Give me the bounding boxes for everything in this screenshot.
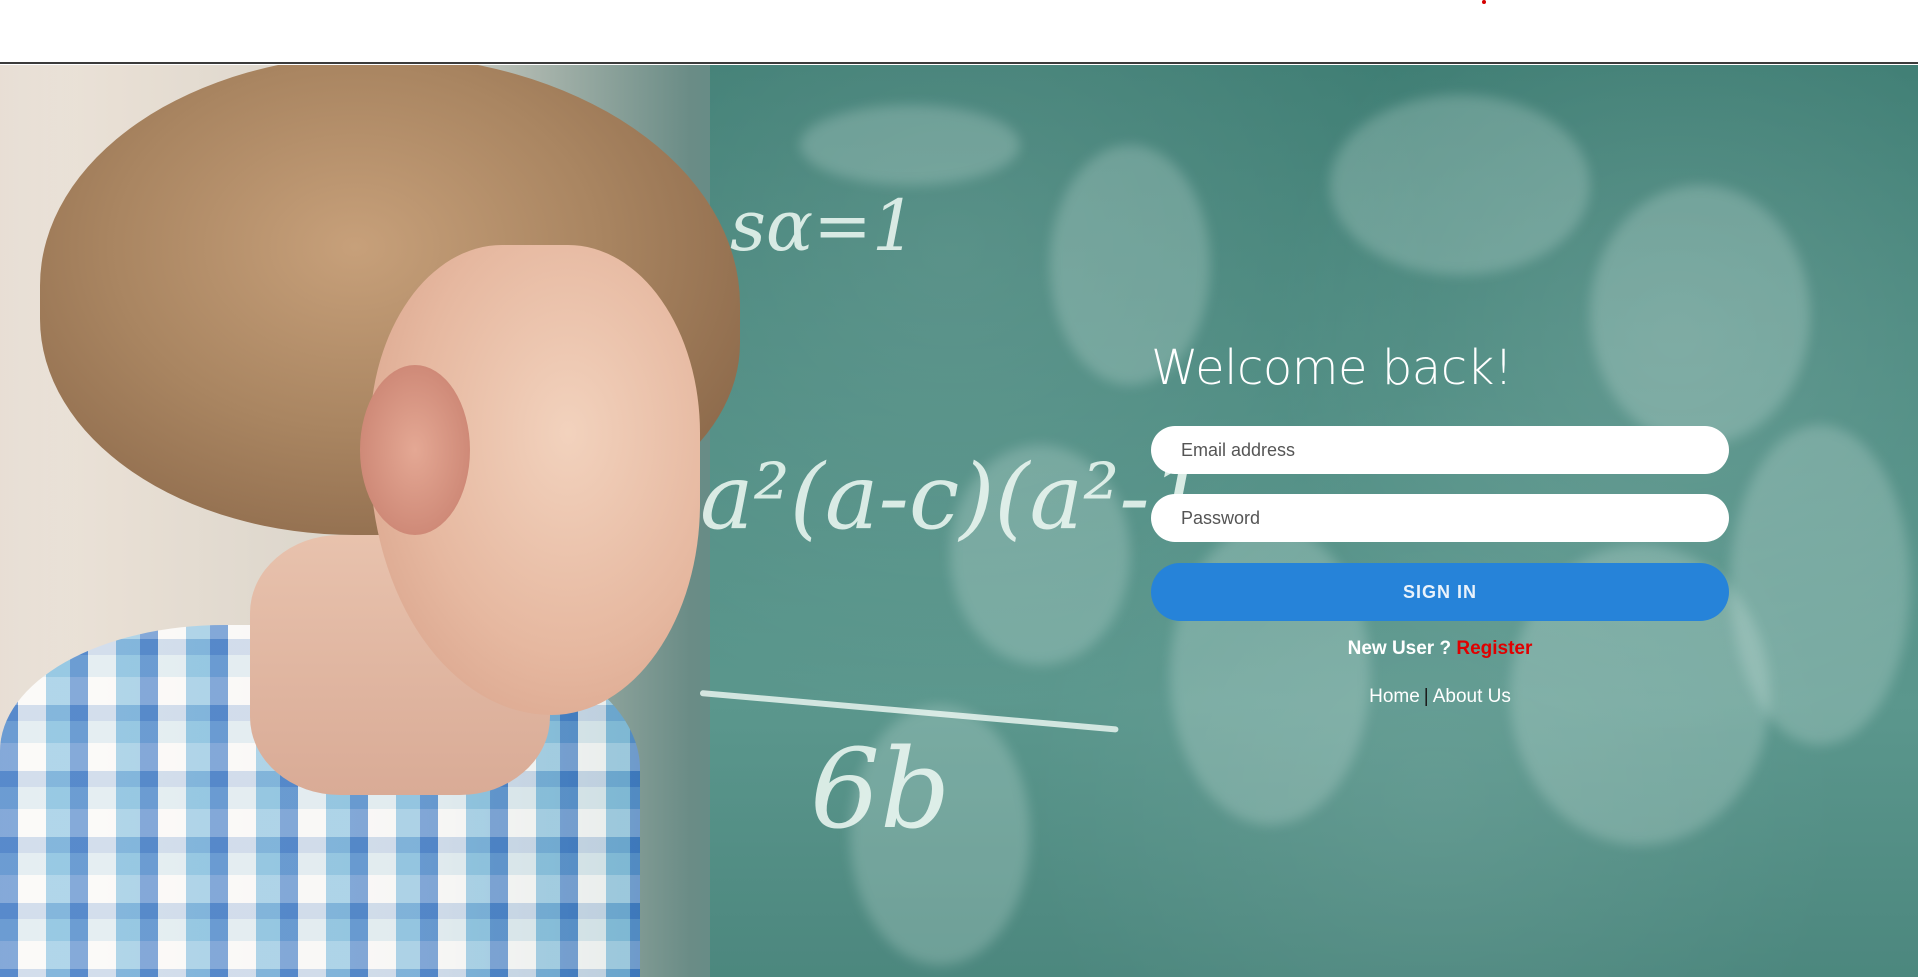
- about-us-link[interactable]: About Us: [1433, 686, 1511, 707]
- new-user-prompt: New User ? Register: [1151, 636, 1729, 662]
- login-form: Welcome back! SIGN IN New User ? Registe…: [1151, 342, 1729, 709]
- email-input[interactable]: [1151, 426, 1729, 474]
- password-input[interactable]: [1151, 494, 1729, 542]
- sign-in-button[interactable]: SIGN IN: [1151, 563, 1729, 621]
- welcome-title: Welcome back!: [1151, 340, 1513, 396]
- new-user-text: New User ?: [1347, 638, 1452, 659]
- link-separator: |: [1423, 686, 1429, 707]
- footer-links: Home | About Us: [1151, 685, 1729, 709]
- register-link[interactable]: Register: [1456, 638, 1532, 659]
- boy-ear: [360, 365, 470, 535]
- red-dot-indicator: [1482, 0, 1486, 4]
- home-link[interactable]: Home: [1369, 686, 1420, 707]
- top-navbar: [0, 0, 1918, 64]
